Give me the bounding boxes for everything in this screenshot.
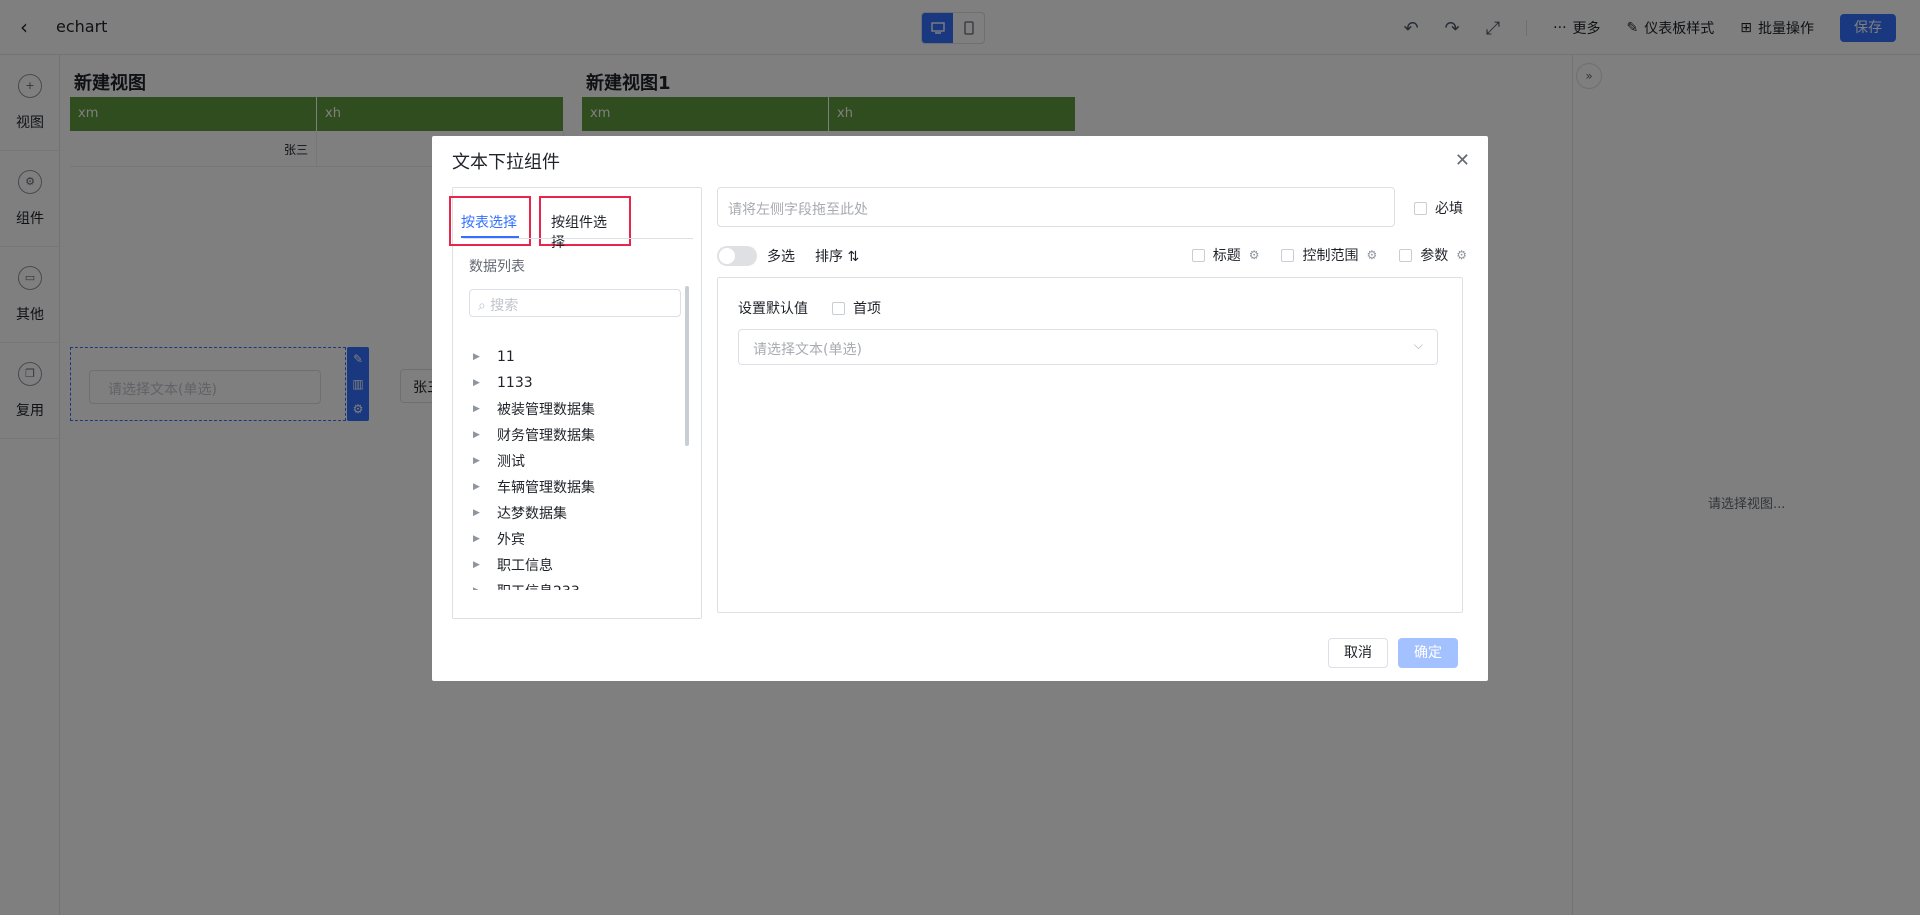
title-checkbox[interactable] (1191, 248, 1205, 262)
multi-select-toggle[interactable] (717, 246, 757, 266)
tree-item[interactable]: ▶ 11 (473, 344, 683, 370)
param-option-label: 参数 (1420, 248, 1449, 264)
sort-icon: ⇅ (847, 249, 860, 265)
default-value-label: 设置默认值 (738, 301, 808, 317)
caret-right-icon: ▶ (473, 456, 480, 466)
confirm-button[interactable]: 确定 (1398, 638, 1458, 668)
caret-right-icon: ▶ (473, 534, 480, 544)
tree-item[interactable]: ▶ 测试 (473, 448, 683, 474)
field-drop-zone[interactable]: 请将左侧字段拖至此处 (717, 187, 1395, 227)
caret-right-icon: ▶ (473, 352, 480, 362)
tree-item[interactable]: ▶ 财务管理数据集 (473, 422, 683, 448)
caret-right-icon: ▶ (473, 482, 480, 492)
scope-checkbox[interactable] (1281, 248, 1295, 262)
tree-item[interactable]: ▶ 外宾 (473, 526, 683, 552)
options-row: 多选 排序 ⇅ 标题 ⚙ 控制范围 ⚙ 参数 ⚙ (717, 242, 1467, 270)
param-checkbox[interactable] (1399, 248, 1413, 262)
sort-button[interactable]: 排序 ⇅ (815, 246, 859, 266)
caret-right-icon: ▶ (473, 404, 480, 414)
option-checkboxes: 标题 ⚙ 控制范围 ⚙ 参数 ⚙ (1191, 245, 1467, 265)
dataset-pane: 按表选择 按组件选择 数据列表 ⌕ 搜索 ▶ 11 ▶ 1133 ▶ 被装管理数据集 … (449, 187, 703, 619)
selection-tabs: 按表选择 按组件选择 (449, 188, 703, 251)
gear-icon[interactable]: ⚙ (1249, 248, 1260, 262)
chevron-down-icon: ⌵ (1413, 338, 1423, 352)
tree-item[interactable]: ▶ 职工信息 (473, 552, 683, 578)
checkbox[interactable] (832, 301, 845, 315)
title-option-label: 标题 (1212, 248, 1241, 264)
checkbox[interactable] (1414, 201, 1427, 215)
default-value-select[interactable]: 请选择文本(单选) ⌵ (738, 329, 1438, 365)
scrollbar[interactable] (685, 286, 689, 446)
caret-right-icon: ▶ (473, 560, 480, 570)
close-icon[interactable]: ✕ (1455, 150, 1470, 171)
gear-icon[interactable]: ⚙ (1456, 248, 1467, 262)
tree-item[interactable]: ▶职工信息233 (473, 578, 683, 590)
tab-divider (463, 238, 693, 239)
tree-item[interactable]: ▶ 被装管理数据集 (473, 396, 683, 422)
dataset-tree: ▶ 11 ▶ 1133 ▶ 被装管理数据集 ▶ 财务管理数据集 ▶ 测试 ▶ 车辆管理数据集… (473, 344, 683, 590)
tree-item[interactable]: ▶ 达梦数据集 (473, 500, 683, 526)
required-checkbox[interactable]: 必填 (1414, 198, 1463, 218)
dialog-title: 文本下拉组件 (452, 152, 560, 173)
search-input[interactable]: ⌕ 搜索 (469, 289, 681, 317)
text-dropdown-dialog: 文本下拉组件 ✕ 按表选择 按组件选择 数据列表 ⌕ 搜索 ▶ 11 ▶ 1133 … (432, 136, 1488, 681)
caret-right-icon: ▶ (473, 430, 480, 440)
first-item-checkbox[interactable]: 首项 (832, 298, 881, 318)
caret-right-icon: ▶ (473, 586, 483, 590)
cancel-button[interactable]: 取消 (1328, 638, 1388, 668)
toggle-knob (719, 248, 735, 264)
default-value-panel: 设置默认值 首项 请选择文本(单选) ⌵ (717, 277, 1463, 613)
caret-right-icon: ▶ (473, 378, 480, 388)
scope-option-label: 控制范围 (1302, 248, 1359, 264)
gear-icon[interactable]: ⚙ (1366, 248, 1377, 262)
tree-item[interactable]: ▶ 车辆管理数据集 (473, 474, 683, 500)
tree-item[interactable]: ▶ 1133 (473, 370, 683, 396)
search-icon: ⌕ (478, 298, 486, 314)
dataset-list-label: 数据列表 (469, 259, 525, 275)
multi-select-label: 多选 (767, 249, 795, 265)
caret-right-icon: ▶ (473, 508, 480, 518)
